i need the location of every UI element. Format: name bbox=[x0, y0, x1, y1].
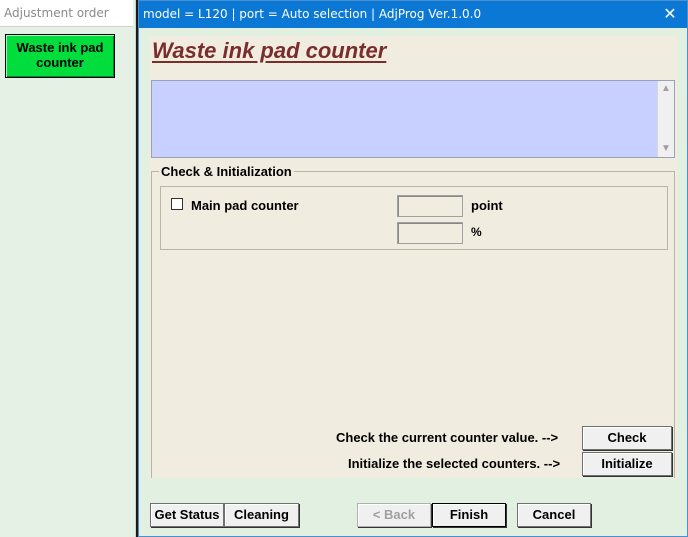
check-initialization-group: Check & Initialization Main pad counter … bbox=[151, 164, 675, 478]
chevron-down-icon[interactable]: ▼ bbox=[658, 141, 674, 157]
point-value-field bbox=[397, 195, 463, 217]
adjustment-order-title: Adjustment order bbox=[0, 0, 133, 27]
chevron-up-icon[interactable]: ▲ bbox=[658, 81, 674, 97]
page-title: Waste ink pad counter bbox=[152, 38, 387, 63]
close-icon[interactable]: ✕ bbox=[653, 1, 687, 28]
main-pad-counter-checkbox[interactable] bbox=[171, 198, 183, 210]
get-status-button[interactable]: Get Status bbox=[150, 503, 224, 527]
check-button[interactable]: Check bbox=[582, 426, 672, 450]
main-window: model = L120 | port = Auto selection | A… bbox=[138, 0, 688, 537]
adjustment-order-panel: Adjustment order Waste ink pad counter bbox=[0, 0, 136, 537]
window-title: model = L120 | port = Auto selection | A… bbox=[139, 1, 687, 28]
finish-button[interactable]: Finish bbox=[432, 503, 506, 527]
counter-list: Main pad counter point % bbox=[160, 186, 668, 250]
check-hint-text: Check the current counter value. --> bbox=[336, 430, 559, 445]
percent-value-field bbox=[397, 222, 463, 244]
group-legend: Check & Initialization bbox=[159, 164, 294, 179]
back-button[interactable]: < Back bbox=[357, 503, 431, 527]
cancel-button[interactable]: Cancel bbox=[517, 503, 591, 527]
percent-unit-label: % bbox=[471, 225, 482, 239]
initialize-hint-text: Initialize the selected counters. --> bbox=[348, 456, 561, 471]
log-scrollbar[interactable]: ▲ ▼ bbox=[657, 81, 674, 157]
cleaning-button[interactable]: Cleaning bbox=[224, 503, 299, 527]
waste-ink-pad-counter-button[interactable]: Waste ink pad counter bbox=[5, 34, 115, 78]
initialize-button[interactable]: Initialize bbox=[582, 452, 672, 476]
content-area: Waste ink pad counter ▲ ▼ Check & Initia… bbox=[149, 36, 677, 478]
log-textarea[interactable]: ▲ ▼ bbox=[151, 80, 675, 158]
main-pad-counter-label: Main pad counter bbox=[191, 198, 299, 213]
point-unit-label: point bbox=[471, 198, 503, 213]
footer-bar: Get Status Cleaning < Back Finish Cancel bbox=[139, 481, 687, 536]
